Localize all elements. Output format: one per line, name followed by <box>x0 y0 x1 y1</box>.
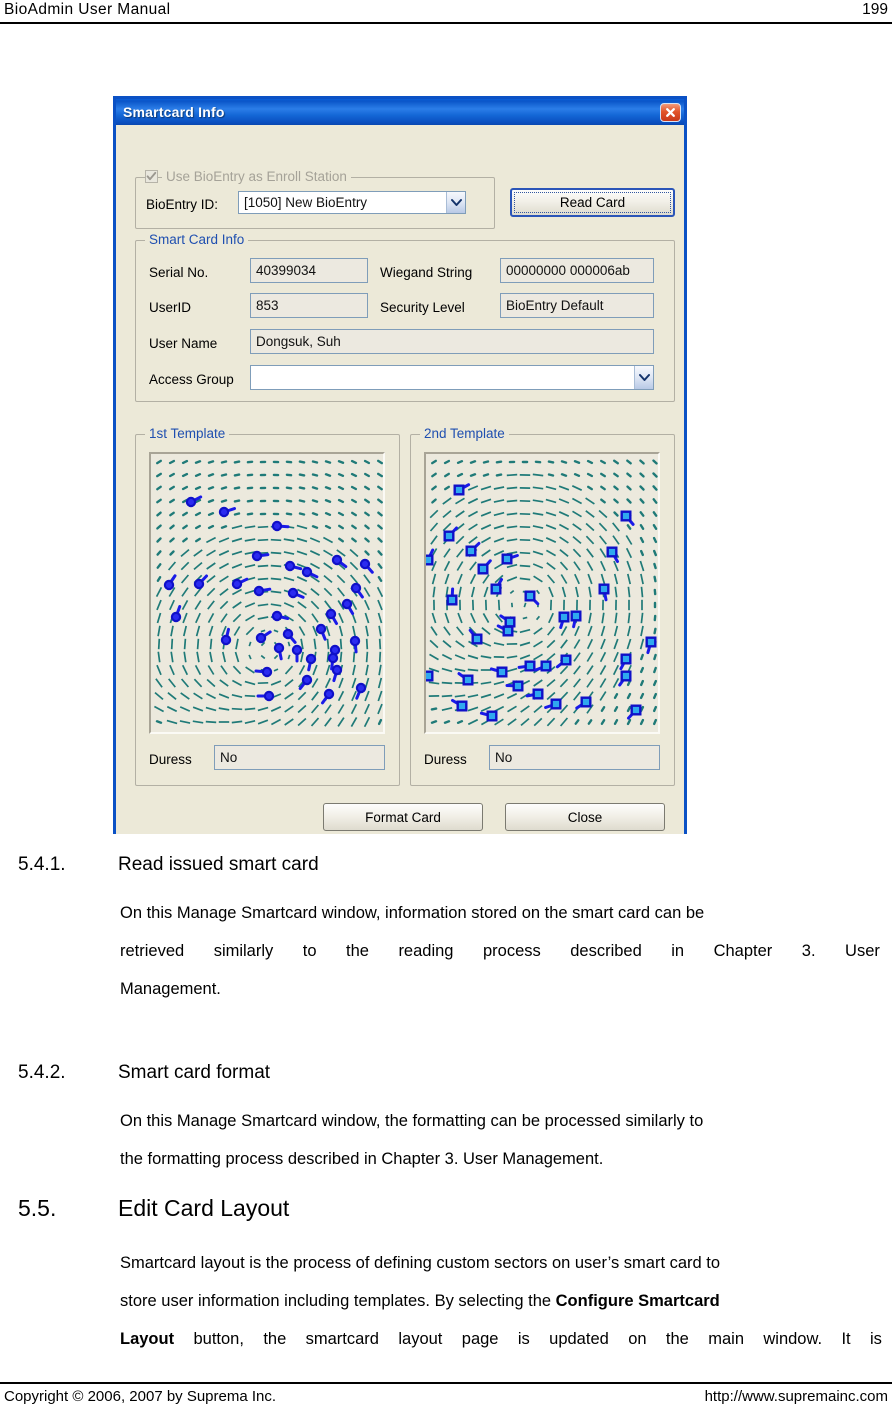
chevron-down-icon[interactable] <box>446 192 465 213</box>
bold-term-part2: Layout <box>120 1330 175 1348</box>
close-button[interactable]: Close <box>505 803 665 831</box>
word: Chapter <box>713 942 773 960</box>
word: smartcard <box>305 1330 379 1348</box>
paragraph-line-3: Management. <box>120 980 221 998</box>
enroll-station-legend: Use BioEntry as Enroll Station <box>162 169 351 184</box>
paragraph-line-2: retrieved similarly to the reading proce… <box>120 941 880 962</box>
word: retrieved <box>120 942 185 960</box>
format-card-label: Format Card <box>365 809 441 825</box>
userid-value: 853 <box>256 298 279 313</box>
close-icon[interactable] <box>660 102 681 122</box>
section-number-5-5: 5.5. <box>18 1195 57 1221</box>
word: the <box>665 1330 689 1348</box>
template1-duress-value: No <box>220 750 238 765</box>
word: is <box>517 1330 530 1348</box>
serial-no-label: Serial No. <box>149 265 209 280</box>
word: updated <box>549 1330 609 1348</box>
read-card-button[interactable]: Read Card <box>510 188 675 217</box>
word: is <box>870 1330 882 1348</box>
user-name-field[interactable]: Dongsuk, Suh <box>250 329 654 354</box>
userid-label: UserID <box>149 300 192 315</box>
smart-card-info-legend: Smart Card Info <box>145 232 249 247</box>
template2-duress-field[interactable]: No <box>489 745 660 770</box>
user-name-label: User Name <box>149 336 218 351</box>
template2-duress-label: Duress <box>424 752 467 767</box>
word: main <box>708 1330 744 1348</box>
word: It <box>841 1330 851 1348</box>
security-level-label: Security Level <box>380 300 465 315</box>
word: the <box>263 1330 287 1348</box>
wiegand-string-label: Wiegand String <box>380 265 473 280</box>
security-level-field[interactable]: BioEntry Default <box>500 293 654 318</box>
userid-field[interactable]: 853 <box>250 293 368 318</box>
section-heading-5-4-1: Read issued smart card <box>118 854 319 875</box>
fingerprint-template-1 <box>151 454 383 732</box>
word: in <box>671 942 685 960</box>
footer-divider <box>0 1382 892 1384</box>
word: button, <box>193 1330 244 1348</box>
focus-ring <box>514 192 671 213</box>
word: window. <box>763 1330 823 1348</box>
serial-no-value: 40399034 <box>256 263 317 278</box>
word: similarly <box>213 942 274 960</box>
section-number-5-4-1: 5.4.1. <box>18 854 66 875</box>
dialog-body: Use BioEntry as Enroll Station BioEntry … <box>116 125 684 834</box>
chevron-down-icon[interactable] <box>634 366 653 389</box>
section-number-5-4-2: 5.4.2. <box>18 1062 66 1083</box>
section-heading-5-4-2: Smart card format <box>118 1062 271 1083</box>
close-button-label: Close <box>567 809 603 825</box>
bold-term-part1: Configure Smartcard <box>555 1292 720 1310</box>
word: page <box>461 1330 499 1348</box>
wiegand-string-field[interactable]: 00000000 000006ab <box>500 258 654 283</box>
paragraph-line-2: store user information including templat… <box>120 1291 885 1312</box>
smartcard-info-dialog: Smartcard Info Use BioEntry as Enroll St… <box>113 96 687 834</box>
paragraph-text: store user information including templat… <box>120 1292 556 1310</box>
template2-image <box>424 452 660 734</box>
template1-legend: 1st Template <box>145 426 230 441</box>
serial-no-field[interactable]: 40399034 <box>250 258 368 283</box>
word: 3. <box>801 942 816 960</box>
word: User <box>845 942 880 960</box>
paragraph-line-1: Smartcard layout is the process of defin… <box>120 1254 721 1272</box>
dialog-title: Smartcard Info <box>123 104 225 120</box>
word: the <box>346 942 369 960</box>
wiegand-string-value: 00000000 000006ab <box>506 263 630 278</box>
word: on <box>628 1330 647 1348</box>
paragraph-line-2: the formatting process described in Chap… <box>120 1150 604 1168</box>
word: layout <box>398 1330 443 1348</box>
security-level-value: BioEntry Default <box>506 298 604 313</box>
template2-legend: 2nd Template <box>420 426 509 441</box>
bioentry-id-label: BioEntry ID: <box>146 197 219 212</box>
template1-duress-label: Duress <box>149 752 192 767</box>
copyright-text: Copyright © 2006, 2007 by Suprema Inc. <box>4 1388 277 1405</box>
format-card-button[interactable]: Format Card <box>323 803 483 831</box>
paragraph-line-1: On this Manage Smartcard window, informa… <box>120 904 705 922</box>
access-group-label: Access Group <box>149 372 234 387</box>
paragraph-line-3: Layout button, the smartcard layout page… <box>120 1329 882 1350</box>
use-bioentry-checkbox[interactable] <box>145 170 158 183</box>
section-heading-5-5: Edit Card Layout <box>118 1195 290 1221</box>
word: reading <box>398 942 454 960</box>
bioentry-id-value: [1050] New BioEntry <box>244 195 368 210</box>
document-title: BioAdmin User Manual <box>4 1 171 18</box>
template1-image <box>149 452 385 734</box>
template2-duress-value: No <box>495 750 513 765</box>
header-divider <box>0 22 892 24</box>
bioentry-id-select[interactable]: [1050] New BioEntry <box>238 191 466 214</box>
paragraph-line-1: On this Manage Smartcard window, the for… <box>120 1112 704 1130</box>
dialog-titlebar[interactable]: Smartcard Info <box>116 99 684 125</box>
user-name-value: Dongsuk, Suh <box>256 334 341 349</box>
page-number: 199 <box>862 1 888 18</box>
template1-duress-field[interactable]: No <box>214 745 385 770</box>
access-group-select[interactable] <box>250 365 654 390</box>
word: to <box>302 942 317 960</box>
page-footer: Copyright © 2006, 2007 by Suprema Inc. h… <box>0 1386 892 1416</box>
website-url: http://www.supremainc.com <box>704 1388 888 1405</box>
word: described <box>570 942 642 960</box>
word: process <box>482 942 541 960</box>
fingerprint-template-2 <box>426 454 658 732</box>
